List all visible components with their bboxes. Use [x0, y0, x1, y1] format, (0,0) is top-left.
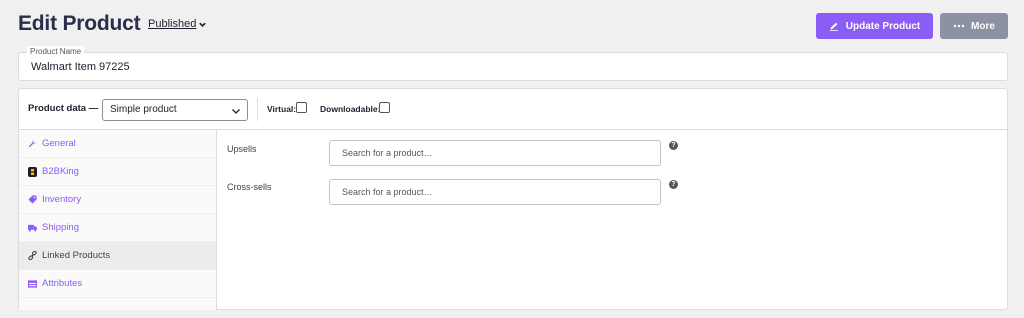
status-label: Published: [148, 18, 197, 30]
tab-b2bking[interactable]: B2BKing: [19, 158, 216, 186]
product-type-value: Simple product: [110, 104, 177, 115]
pencil-icon: [829, 22, 838, 31]
tab-inventory[interactable]: Inventory: [19, 186, 216, 214]
page-header: Edit Product - Published Update Product …: [18, 10, 1008, 42]
page-title: Edit Product: [18, 12, 141, 35]
product-name-input[interactable]: [31, 59, 991, 75]
tab-label: Shipping: [42, 222, 79, 233]
help-icon[interactable]: ?: [669, 180, 678, 189]
ellipsis-icon: [953, 24, 965, 28]
chevron-down-icon: [232, 109, 240, 114]
tab-label: Attributes: [42, 278, 83, 289]
title-separator: -: [135, 16, 139, 30]
tab-linked-products[interactable]: Linked Products: [19, 242, 216, 270]
b2bking-logo-icon: [28, 166, 37, 177]
upsells-label: Upsells: [227, 144, 257, 154]
help-icon[interactable]: ?: [669, 141, 678, 150]
product-data-label: Product data —: [28, 103, 99, 114]
virtual-label: Virtual:: [267, 104, 297, 114]
chevron-down-icon: [199, 22, 207, 27]
downloadable-checkbox[interactable]: [379, 102, 390, 113]
downloadable-label: Downloadable:: [320, 104, 381, 114]
table-icon: [28, 279, 37, 288]
header-divider: [257, 98, 258, 121]
product-data-panel: Product data — Simple product Virtual: D…: [18, 88, 1008, 310]
tab-label: B2BKing: [42, 166, 79, 177]
truck-icon: [28, 223, 37, 232]
crosssells-label: Cross-sells: [227, 182, 272, 192]
product-data-tabs: General B2BKing Inventory Shipping Linke…: [19, 130, 217, 310]
more-label: More: [971, 20, 995, 32]
status-dropdown[interactable]: Published: [148, 18, 207, 30]
upsells-search-input[interactable]: [329, 140, 661, 166]
tab-shipping[interactable]: Shipping: [19, 214, 216, 242]
tab-attributes[interactable]: Attributes: [19, 270, 216, 298]
tab-label: General: [42, 138, 76, 149]
product-data-header: Product data — Simple product Virtual: D…: [19, 89, 1007, 130]
virtual-checkbox[interactable]: [296, 102, 307, 113]
link-icon: [28, 251, 37, 260]
wrench-icon: [28, 139, 37, 148]
product-type-select[interactable]: Simple product: [102, 99, 248, 121]
update-product-label: Update Product: [845, 20, 921, 32]
update-product-button[interactable]: Update Product: [816, 13, 933, 39]
product-name-field: Product Name: [18, 46, 1008, 81]
product-name-label: Product Name: [27, 46, 85, 57]
tag-icon: [28, 195, 37, 204]
tab-label: Inventory: [42, 194, 82, 205]
linked-products-content: Upsells ? Cross-sells ?: [218, 130, 1007, 310]
tab-label: Linked Products: [42, 250, 111, 261]
more-button[interactable]: More: [940, 13, 1008, 39]
crosssells-search-input[interactable]: [329, 179, 661, 205]
tab-general[interactable]: General: [19, 130, 216, 158]
